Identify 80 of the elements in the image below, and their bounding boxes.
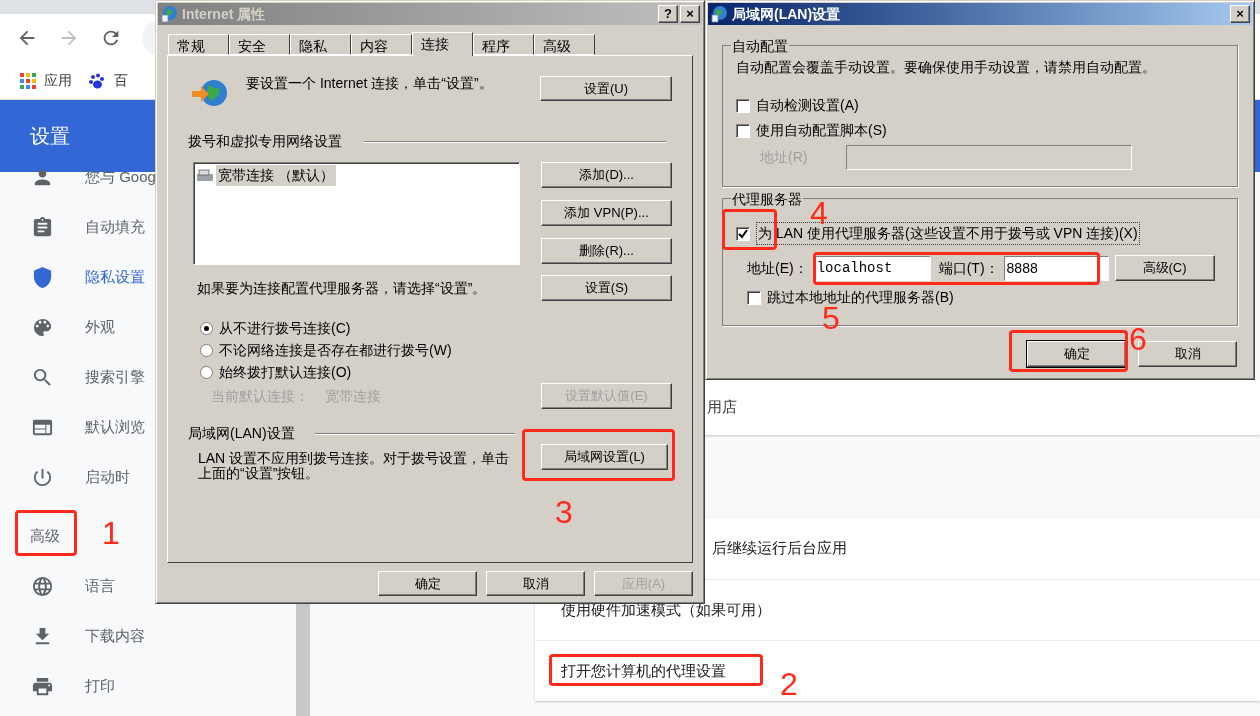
sidebar-item[interactable]: 外观: [85, 315, 115, 339]
step-number: 3: [555, 499, 573, 525]
radio-button[interactable]: [200, 365, 213, 379]
dialog-button[interactable]: 高级(C): [1114, 255, 1215, 281]
sidebar-section[interactable]: 高级: [30, 524, 60, 548]
address-field[interactable]: localhost: [813, 255, 931, 281]
radio-label: 始终拨打默认连接(O): [219, 362, 352, 382]
instruction-text: 如果要为连接配置代理服务器，请选择“设置”。: [197, 278, 487, 298]
sidebar-item[interactable]: 默认浏览: [85, 415, 145, 439]
radio-button[interactable]: [200, 343, 213, 357]
globe-icon: [160, 5, 178, 23]
sidebar-item[interactable]: 下载内容: [85, 624, 145, 648]
window-title: Internet 属性: [182, 4, 266, 24]
dialog-tab[interactable]: 内容: [351, 34, 412, 55]
sidebar-item[interactable]: 自动填充: [85, 215, 145, 239]
instruction-text: LAN 设置不应用到拨号连接。对于拨号设置，单击上面的“设置”按钮。: [198, 451, 511, 481]
paw-icon[interactable]: [88, 71, 106, 90]
sidebar-item[interactable]: 您与 Goog: [85, 165, 156, 189]
dialog-tab[interactable]: 高级: [534, 34, 595, 55]
window-title: 局域网(LAN)设置: [732, 4, 841, 24]
modem-icon: [196, 168, 214, 183]
sidebar-item[interactable]: 语言: [85, 574, 115, 598]
checkbox[interactable]: [736, 123, 750, 138]
group-label: 拨号和虚拟专用网络设置: [188, 132, 342, 151]
checkbox[interactable]: [747, 290, 761, 305]
instruction-text: 自动配置会覆盖手动设置。要确保使用手动设置，请禁用自动配置。: [736, 58, 1157, 77]
port-field[interactable]: 8888: [1003, 255, 1109, 281]
close-button[interactable]: ×: [1230, 5, 1250, 23]
dialog-button[interactable]: 设置(U): [540, 76, 672, 101]
checkbox[interactable]: [736, 226, 750, 241]
dialog-tab[interactable]: 程序: [473, 34, 534, 55]
sidebar-item[interactable]: 搜索引擎: [85, 365, 145, 389]
sidebar-item[interactable]: 启动时: [85, 465, 130, 489]
instruction-text: 要设置一个 Internet 连接，单击“设置”。: [246, 76, 494, 91]
field-label: 端口(T)：: [938, 258, 999, 278]
apps-grid-icon[interactable]: [20, 72, 36, 89]
connection-list[interactable]: 宽带连接 （默认）: [193, 162, 520, 265]
dialog-button[interactable]: 取消: [486, 571, 585, 596]
shield-icon: [31, 265, 54, 289]
globe-icon: [710, 5, 728, 23]
group-label: 局域网(LAN)设置: [188, 424, 295, 443]
page-title: 设置: [30, 124, 70, 149]
step-number: 2: [780, 671, 798, 697]
help-button[interactable]: ?: [658, 5, 678, 23]
close-button[interactable]: ×: [680, 5, 700, 23]
dialog-button[interactable]: 确定: [378, 571, 477, 596]
checkbox[interactable]: [736, 98, 750, 113]
dialog-button[interactable]: 添加 VPN(P)...: [541, 200, 672, 226]
sidebar-item[interactable]: 隐私设置: [85, 265, 145, 289]
dialog-button[interactable]: 确定: [1027, 341, 1126, 367]
checkbox-label: 使用自动配置脚本(S): [756, 121, 887, 140]
highlight-frame: [15, 510, 77, 556]
sidebar-item[interactable]: 打印: [85, 674, 115, 698]
address-field[interactable]: [846, 145, 1132, 170]
bookmark-link[interactable]: 百: [114, 70, 128, 91]
dialog-tab[interactable]: 隐私: [290, 34, 351, 55]
globe-arrow-icon: [190, 78, 228, 108]
checkbox-label: 跳过本地地址的代理服务器(B): [767, 288, 954, 307]
dialog-button[interactable]: 添加(D)...: [541, 162, 672, 188]
checkbox-label: 自动检测设置(A): [756, 96, 859, 115]
connection-item[interactable]: 宽带连接 （默认）: [216, 165, 336, 186]
step-number: 5: [822, 305, 840, 331]
field-label: 地址(E)：: [747, 258, 808, 278]
dialog-tab[interactable]: 连接: [412, 32, 473, 56]
dialog-button[interactable]: 设置(S): [541, 275, 672, 301]
settings-row-label: 后继续运行后台应用: [712, 538, 847, 559]
radio-button[interactable]: [200, 321, 213, 335]
dialog-tab[interactable]: 常规: [168, 34, 229, 55]
radio-label: 从不进行拨号连接(C): [219, 318, 351, 338]
settings-link[interactable]: 打开您计算机的代理设置: [561, 659, 726, 683]
bookmark-link[interactable]: 应用: [44, 70, 72, 91]
clipboard-icon: [31, 215, 54, 239]
settings-row-label: 用店: [707, 397, 737, 418]
dialog-button[interactable]: 局域网设置(L): [541, 444, 668, 470]
globe-icon: [31, 574, 54, 598]
radio-label: 不论网络连接是否存在都进行拨号(W): [219, 340, 452, 360]
dialog-tab[interactable]: 安全: [229, 34, 290, 55]
dialog-button[interactable]: 删除(R)...: [541, 238, 672, 264]
highlight-frame: [722, 209, 777, 250]
step-number: 1: [102, 520, 120, 546]
